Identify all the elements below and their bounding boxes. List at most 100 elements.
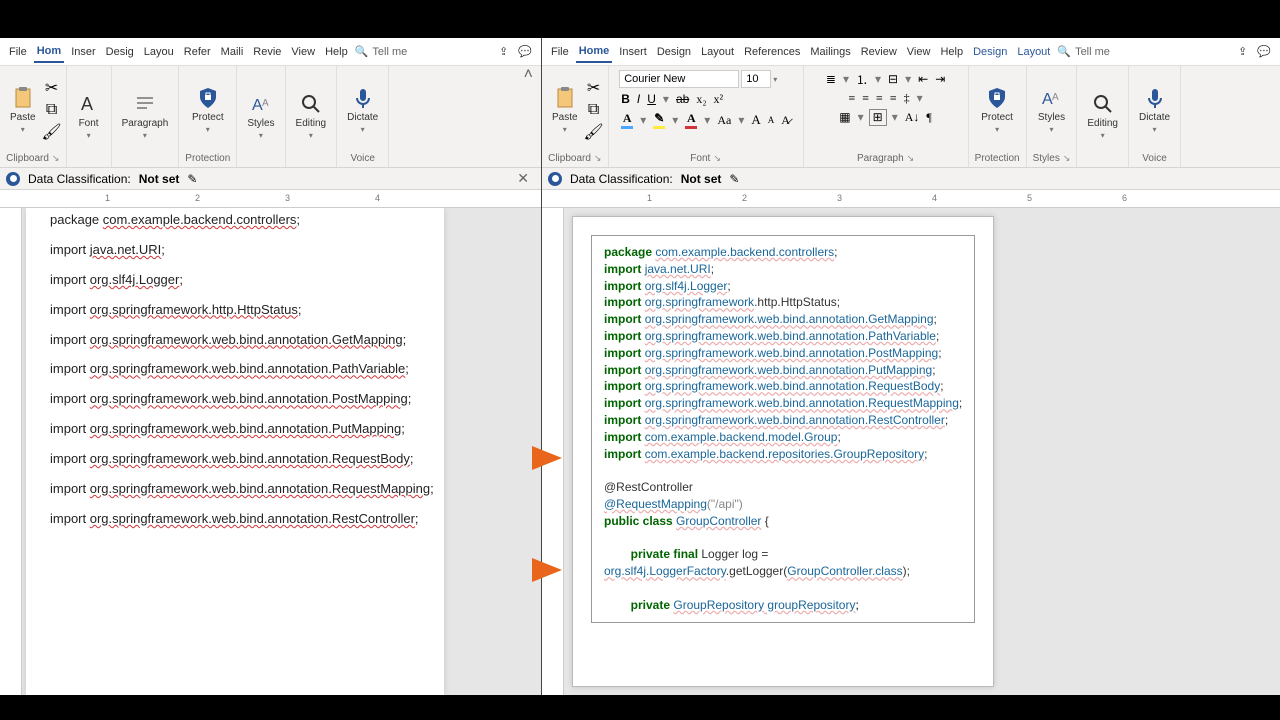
group-voice-label: Voice (350, 153, 374, 164)
tab-home[interactable]: Hom (34, 41, 64, 63)
classification-badge-icon (6, 172, 20, 186)
tab-review[interactable]: Review (858, 42, 900, 62)
protect-button[interactable]: Protect▾ (188, 84, 228, 136)
cut-icon[interactable]: ✂ (586, 80, 602, 96)
tab-mailings[interactable]: Mailings (807, 42, 853, 62)
superscript-button[interactable]: x² (712, 92, 726, 107)
styles-button[interactable]: AA Styles▾ (243, 90, 278, 142)
search-icon[interactable]: 🔍 (355, 45, 369, 58)
classification-value[interactable]: Not set (681, 172, 722, 186)
horizontal-ruler-right[interactable]: 123456 (542, 190, 1280, 208)
bullets-button[interactable]: ≣ (824, 72, 838, 87)
subscript-button[interactable]: x₂ (694, 92, 708, 107)
dictate-button[interactable]: Dictate▾ (343, 84, 382, 136)
share-icon[interactable]: ⇪ (496, 41, 511, 62)
document-page-right[interactable]: package com.example.backend.controllers;… (572, 216, 994, 687)
borders-button[interactable]: ⊞ (869, 109, 887, 126)
copy-icon[interactable]: ⧉ (586, 102, 602, 118)
vertical-ruler-left[interactable] (0, 208, 22, 695)
paragraph-launcher-icon[interactable]: ↘ (907, 153, 915, 164)
tell-me[interactable]: Tell me (372, 46, 407, 58)
tab-design[interactable]: Desig (103, 42, 137, 62)
grow-font-button[interactable]: A (749, 112, 762, 128)
tab-table-design[interactable]: Design (970, 42, 1010, 62)
justify-button[interactable]: ≡ (888, 91, 899, 106)
tab-references[interactable]: Refer (181, 42, 214, 62)
font-launcher-icon[interactable]: ↘ (713, 153, 721, 164)
shrink-font-button[interactable]: A (766, 115, 777, 125)
dictate-button[interactable]: Dictate▾ (1135, 84, 1174, 136)
show-marks-button[interactable]: ¶ (924, 110, 933, 125)
document-area-left[interactable]: package com.example.backend.controllers;… (0, 208, 541, 695)
horizontal-ruler-left[interactable]: 1234 (0, 190, 541, 208)
change-case-button[interactable]: Aa (715, 113, 733, 128)
tab-help[interactable]: Help (937, 42, 966, 62)
italic-button[interactable]: I (635, 92, 642, 107)
text-effects-button[interactable]: A (619, 111, 635, 129)
edit-classification-icon[interactable]: ✎ (187, 172, 197, 186)
tab-home[interactable]: Home (576, 41, 613, 63)
tab-review[interactable]: Revie (250, 42, 284, 62)
sort-button[interactable]: A↓ (903, 110, 922, 125)
tab-file[interactable]: File (548, 42, 572, 62)
clear-formatting-button[interactable]: A̷ (779, 113, 792, 128)
ribbon-right: Paste▾ ✂ ⧉ 🖌 Clipboard↘ ▾ (542, 66, 1280, 168)
line-spacing-button[interactable]: ‡ (902, 91, 912, 106)
decrease-indent-button[interactable]: ⇤ (916, 72, 930, 87)
document-page-left[interactable]: package com.example.backend.controllers;… (26, 208, 444, 695)
strikethrough-button[interactable]: ab (674, 92, 691, 107)
bold-button[interactable]: B (619, 92, 632, 107)
paste-button[interactable]: Paste▾ (548, 84, 582, 136)
tab-table-layout[interactable]: Layout (1014, 42, 1053, 62)
styles-button[interactable]: AA Styles▾ (1034, 84, 1069, 136)
edit-classification-icon[interactable]: ✎ (729, 172, 739, 186)
clipboard-launcher-icon[interactable]: ↘ (52, 153, 60, 164)
tab-help[interactable]: Help (322, 42, 351, 62)
collapse-ribbon-icon[interactable]: ˄ (516, 66, 541, 167)
font-color-button[interactable]: A (683, 111, 699, 129)
font-dropdown-icon[interactable]: ▾ (773, 75, 777, 84)
paste-button[interactable]: Paste▾ (6, 84, 40, 136)
multilevel-button[interactable]: ⊟ (886, 72, 900, 87)
clipboard-launcher-icon[interactable]: ↘ (594, 153, 602, 164)
protect-button[interactable]: Protect▾ (977, 84, 1017, 136)
comments-icon[interactable]: 💬 (1254, 41, 1274, 62)
tab-insert[interactable]: Inser (68, 42, 98, 62)
tab-insert[interactable]: Insert (616, 42, 650, 62)
numbering-button[interactable]: ⒈ (854, 71, 870, 88)
close-classification-icon[interactable]: ✕ (511, 170, 535, 187)
align-left-button[interactable]: ≡ (846, 91, 857, 106)
align-center-button[interactable]: ≡ (860, 91, 871, 106)
tab-design[interactable]: Design (654, 42, 694, 62)
highlight-button[interactable]: ✎ (651, 111, 667, 129)
increase-indent-button[interactable]: ⇥ (933, 72, 947, 87)
paragraph-button[interactable]: Paragraph▾ (118, 90, 173, 142)
classification-value[interactable]: Not set (139, 172, 180, 186)
tab-references[interactable]: References (741, 42, 803, 62)
format-painter-icon[interactable]: 🖌 (44, 124, 60, 140)
share-icon[interactable]: ⇪ (1235, 41, 1250, 62)
font-name-select[interactable] (619, 70, 739, 88)
styles-launcher-icon[interactable]: ↘ (1063, 153, 1071, 164)
tab-layout[interactable]: Layout (698, 42, 737, 62)
tell-me[interactable]: Tell me (1075, 46, 1110, 58)
format-painter-icon[interactable]: 🖌 (586, 124, 602, 140)
editing-button[interactable]: Editing▾ (292, 90, 331, 142)
tab-view[interactable]: View (288, 42, 318, 62)
copy-icon[interactable]: ⧉ (44, 102, 60, 118)
tab-mailings[interactable]: Maili (218, 42, 247, 62)
editing-button[interactable]: Editing▾ (1083, 90, 1122, 142)
shading-button[interactable]: ▦ (837, 110, 852, 125)
search-icon[interactable]: 🔍 (1057, 45, 1071, 58)
group-protection-label: Protection (185, 153, 230, 164)
document-area-right[interactable]: package com.example.backend.controllers;… (542, 208, 1280, 695)
tab-file[interactable]: File (6, 42, 30, 62)
tab-layout[interactable]: Layou (141, 42, 177, 62)
font-size-select[interactable] (741, 70, 771, 88)
tab-view[interactable]: View (904, 42, 934, 62)
font-button[interactable]: A Font▾ (73, 90, 105, 142)
comments-icon[interactable]: 💬 (515, 41, 535, 62)
cut-icon[interactable]: ✂ (44, 80, 60, 96)
underline-button[interactable]: U (645, 92, 658, 107)
align-right-button[interactable]: ≡ (874, 91, 885, 106)
